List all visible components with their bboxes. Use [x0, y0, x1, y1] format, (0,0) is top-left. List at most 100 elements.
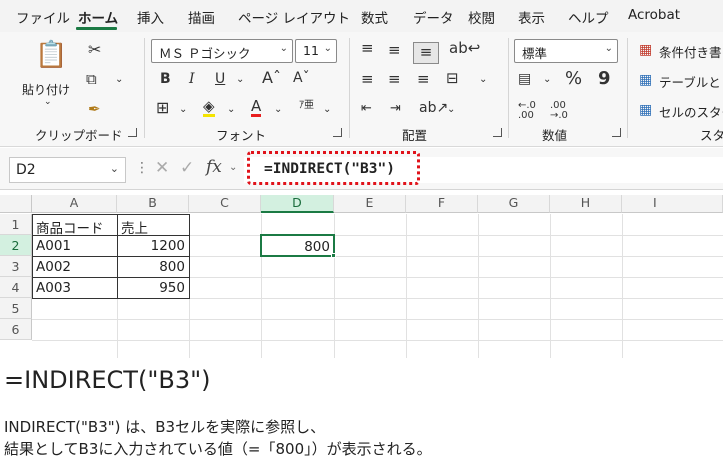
merge-center-icon[interactable]: ⊟ [446, 71, 459, 86]
percent-icon[interactable]: % [565, 70, 582, 88]
column-header-b[interactable]: B [117, 195, 189, 213]
copy-dropdown-icon[interactable]: ⌄ [115, 75, 123, 85]
font-color-icon[interactable]: A [251, 99, 262, 117]
decrease-font-icon[interactable]: Aˇ [293, 71, 310, 85]
name-box[interactable]: D2 ⌄ [9, 157, 126, 183]
alignment-launcher-icon[interactable] [493, 128, 502, 137]
paste-button-label[interactable]: 貼り付け [22, 81, 70, 98]
tab-page-layout[interactable]: ページ レイアウト [238, 7, 350, 27]
fill-color-dropdown-icon[interactable]: ⌄ [227, 105, 235, 115]
underline-icon[interactable]: U [215, 72, 225, 86]
tab-draw[interactable]: 描画 [188, 7, 215, 27]
formula-highlight-box [247, 151, 420, 185]
conditional-formatting-icon[interactable]: ▦ [639, 43, 652, 57]
align-left-icon[interactable]: ≡ [361, 72, 374, 87]
borders-dropdown-icon[interactable]: ⌄ [179, 105, 187, 115]
font-color-dropdown-icon[interactable]: ⌄ [274, 105, 282, 115]
tab-view[interactable]: 表示 [518, 7, 545, 27]
cut-icon[interactable]: ✂ [88, 42, 101, 58]
tab-review[interactable]: 校閲 [468, 7, 495, 27]
row-header-5[interactable]: 5 [0, 298, 32, 319]
tab-help[interactable]: ヘルプ [568, 7, 609, 27]
tab-data[interactable]: データ [413, 7, 454, 27]
align-center-icon[interactable]: ≡ [388, 72, 401, 87]
cancel-icon[interactable]: ✕ [155, 160, 169, 177]
cell-b1[interactable]: 売上 [118, 215, 189, 237]
merge-dropdown-icon[interactable]: ⌄ [479, 75, 487, 85]
increase-decimal-icon[interactable]: ←.0.00 [518, 101, 536, 121]
paste-dropdown-icon[interactable]: ⌄ [44, 98, 52, 107]
number-launcher-icon[interactable] [612, 128, 621, 137]
row-header-2[interactable]: 2 [0, 235, 32, 256]
cell-b2[interactable]: 1200 [118, 236, 189, 257]
column-header-f[interactable]: F [406, 195, 478, 213]
cell-b3[interactable]: 800 [118, 257, 189, 278]
font-size-select[interactable]: 11 ⌄ [295, 39, 337, 63]
decrease-indent-icon[interactable]: ⇤ [361, 102, 372, 115]
format-as-table-icon[interactable]: ▦ [639, 73, 652, 87]
row-header-6[interactable]: 6 [0, 319, 32, 340]
currency-dropdown-icon[interactable]: ⌄ [543, 75, 551, 85]
comma-style-icon[interactable]: 9 [598, 70, 611, 88]
orientation-icon[interactable]: ab↗ [419, 101, 448, 115]
number-format-select[interactable]: 標準 ⌄ [514, 39, 618, 63]
copy-icon[interactable]: ⧉ [86, 72, 97, 87]
paste-icon[interactable]: 📋 [35, 42, 67, 68]
borders-icon[interactable]: ⊞ [156, 100, 169, 116]
cell-styles-label[interactable]: セルのスター [659, 102, 723, 121]
tab-insert[interactable]: 挿入 [137, 7, 164, 27]
format-painter-icon[interactable]: ✒ [88, 102, 101, 117]
orientation-dropdown-icon[interactable]: ⌄ [447, 105, 455, 115]
cell-a2[interactable]: A001 [33, 236, 117, 257]
column-header-a[interactable]: A [32, 195, 117, 213]
currency-icon[interactable]: ▤ [518, 72, 531, 86]
wrap-text-icon[interactable]: ab↩ [449, 41, 480, 56]
insert-function-icon[interactable]: fx [206, 159, 222, 176]
align-right-icon[interactable]: ≡ [417, 72, 430, 87]
column-header-i[interactable]: I [622, 195, 723, 213]
phonetic-guide-icon[interactable]: ｱ亜 [299, 101, 314, 111]
underline-dropdown-icon[interactable]: ⌄ [236, 75, 244, 85]
italic-icon[interactable]: I [189, 72, 195, 86]
fx-dropdown-icon[interactable]: ⌄ [229, 163, 237, 173]
decrease-decimal-icon[interactable]: .00 →.0 [550, 101, 568, 121]
select-all-corner[interactable] [0, 195, 32, 213]
phonetic-dropdown-icon[interactable]: ⌄ [323, 105, 331, 115]
cell-a1[interactable]: 商品コード [33, 215, 117, 237]
increase-indent-icon[interactable]: ⇥ [390, 102, 401, 115]
increase-font-icon[interactable]: Aˆ [262, 70, 281, 86]
caption-line-2: 結果としてB3に入力されている値（=「800」）が表示される。 [4, 440, 432, 458]
row-header-3[interactable]: 3 [0, 256, 32, 277]
tab-formulas[interactable]: 数式 [361, 7, 388, 27]
tab-acrobat[interactable]: Acrobat [628, 7, 680, 23]
row-header-1[interactable]: 1 [0, 214, 32, 235]
align-top-icon[interactable]: ≡ [361, 41, 374, 56]
tab-file[interactable]: ファイル [16, 7, 70, 27]
caption-line-1: INDIRECT("B3") は、B3セルを実際に参照し、 [4, 418, 326, 436]
number-group-label: 数値 [542, 128, 568, 143]
column-header-d[interactable]: D [261, 195, 334, 213]
cell-styles-icon[interactable]: ▦ [639, 103, 652, 117]
cell-a3[interactable]: A002 [33, 257, 117, 278]
column-header-g[interactable]: G [478, 195, 550, 213]
align-bottom-icon[interactable]: ≡ [413, 42, 439, 64]
cell-a4[interactable]: A003 [33, 278, 117, 299]
format-as-table-label[interactable]: テーブルとし [659, 72, 723, 91]
tab-home[interactable]: ホーム [78, 7, 118, 27]
clipboard-launcher-icon[interactable] [128, 128, 137, 137]
align-middle-icon[interactable]: ≡ [388, 43, 401, 58]
conditional-formatting-label[interactable]: 条件付き書 [659, 42, 722, 61]
font-name-select[interactable]: ＭＳ Ｐゴシック ⌄ [151, 39, 293, 63]
bold-icon[interactable]: B [160, 72, 171, 86]
fill-color-icon[interactable]: ◈ [203, 99, 215, 117]
gridline [32, 319, 723, 320]
cell-b4[interactable]: 950 [118, 278, 189, 299]
enter-icon[interactable]: ✓ [180, 160, 194, 177]
font-launcher-icon[interactable] [333, 128, 342, 137]
column-header-h[interactable]: H [550, 195, 622, 213]
active-tab-indicator [76, 27, 117, 30]
fill-handle[interactable] [331, 253, 336, 258]
column-header-e[interactable]: E [334, 195, 406, 213]
row-header-4[interactable]: 4 [0, 277, 32, 298]
column-header-c[interactable]: C [189, 195, 261, 213]
